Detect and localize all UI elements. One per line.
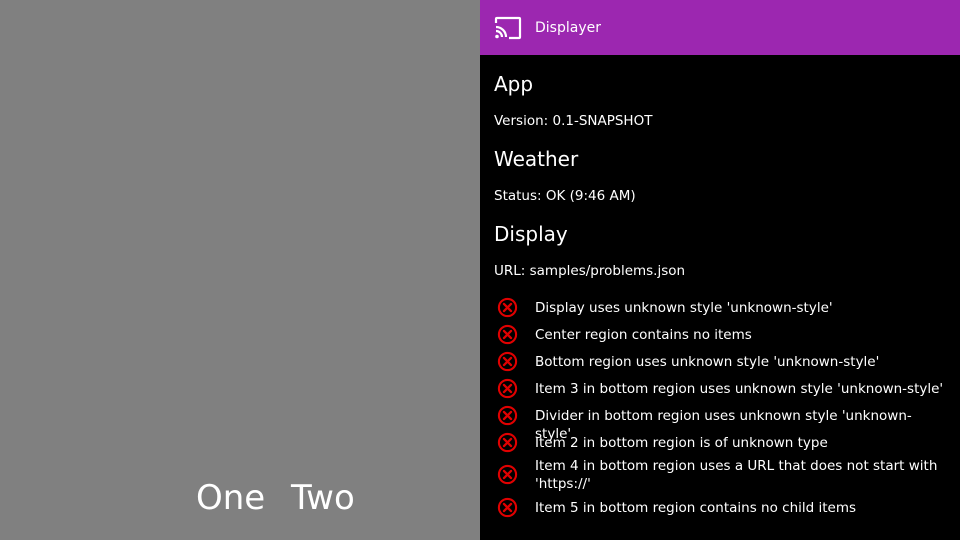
error-circle-x-icon	[497, 324, 518, 345]
bottom-item-two: Two	[291, 478, 355, 518]
display-preview: One Two	[0, 0, 480, 540]
problem-text: Display uses unknown style 'unknown-styl…	[535, 300, 833, 316]
error-circle-x-icon	[497, 497, 518, 518]
info-panel[interactable]: Displayer App Version: 0.1-SNAPSHOT Weat…	[480, 0, 960, 540]
problem-text: Item 3 in bottom region uses unknown sty…	[535, 381, 944, 397]
error-circle-x-icon	[497, 378, 518, 399]
display-section-heading: Display	[494, 222, 568, 246]
weather-section-heading: Weather	[494, 147, 579, 171]
weather-status-text: Status: OK (9:46 AM)	[494, 188, 636, 204]
screen: One Two Displayer App Version: 0.1-SNAPS…	[0, 0, 960, 540]
problem-text: Item 2 in bottom region is of unknown ty…	[535, 435, 828, 451]
problem-text: Center region contains no items	[535, 327, 752, 343]
app-bar-title: Displayer	[535, 20, 601, 36]
app-section-heading: App	[494, 72, 534, 96]
problem-text: Item 5 in bottom region contains no chil…	[535, 500, 857, 516]
error-circle-x-icon	[497, 464, 518, 485]
error-circle-x-icon	[497, 297, 518, 318]
error-circle-x-icon	[497, 351, 518, 372]
bottom-item-one: One	[196, 478, 266, 518]
display-url-text: URL: samples/problems.json	[494, 263, 686, 279]
error-circle-x-icon	[497, 405, 518, 426]
cast-icon[interactable]	[494, 16, 522, 40]
problem-text: Item 4 in bottom region uses a URL that …	[535, 458, 938, 492]
app-bar: Displayer	[480, 0, 960, 55]
problem-text: Bottom region uses unknown style 'unknow…	[535, 354, 880, 370]
error-circle-x-icon	[497, 432, 518, 453]
version-text: Version: 0.1-SNAPSHOT	[494, 113, 653, 129]
